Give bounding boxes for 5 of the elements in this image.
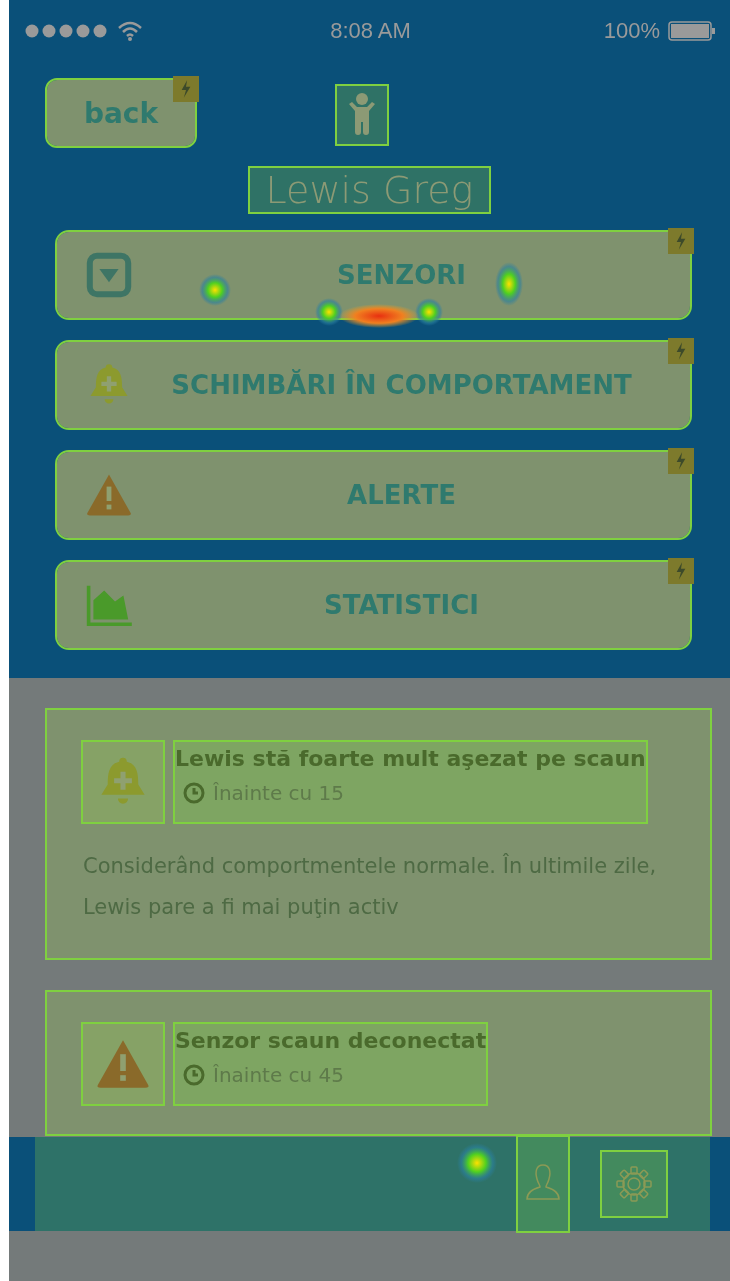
card-title: Lewis stă foarte mult aşezat pe scaun [175, 746, 646, 771]
status-time: 8:08 AM [330, 18, 411, 44]
patient-name: Lewis Greg [249, 168, 490, 212]
battery-percent: 100% [603, 18, 660, 44]
card-title: Senzor scaun deconectat [175, 1027, 487, 1053]
